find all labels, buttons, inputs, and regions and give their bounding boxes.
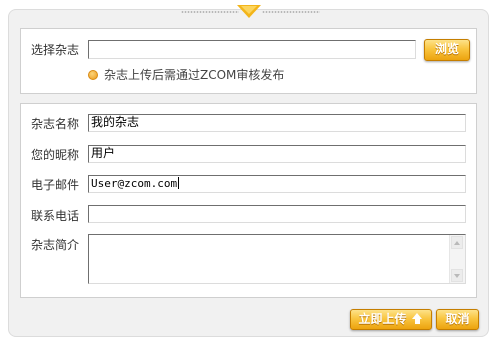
magazine-name-value: 我的杂志 bbox=[91, 115, 140, 129]
info-dot-icon bbox=[88, 70, 98, 80]
nickname-input[interactable]: 用户 bbox=[88, 145, 466, 163]
review-note: 杂志上传后需通过ZCOM审核发布 bbox=[104, 68, 285, 82]
nickname-label: 您的昵称 bbox=[31, 148, 80, 162]
intro-label: 杂志简介 bbox=[31, 238, 80, 252]
phone-input[interactable] bbox=[88, 205, 466, 223]
select-magazine-label: 选择杂志 bbox=[31, 43, 80, 57]
scroll-up-icon[interactable] bbox=[451, 236, 463, 249]
upload-now-label: 立即上传 bbox=[358, 312, 407, 326]
arrow-up-icon bbox=[411, 313, 424, 324]
upload-panel bbox=[20, 28, 477, 94]
scroll-down-icon[interactable] bbox=[451, 269, 463, 282]
intro-scrollbar[interactable] bbox=[449, 235, 465, 283]
file-path-input[interactable] bbox=[88, 40, 416, 59]
magazine-name-label: 杂志名称 bbox=[31, 117, 80, 131]
upload-now-button[interactable]: 立即上传 bbox=[350, 309, 432, 330]
header-dots-right bbox=[262, 11, 320, 13]
text-caret bbox=[178, 177, 180, 189]
email-value: User@zcom.com bbox=[91, 177, 178, 190]
email-label: 电子邮件 bbox=[31, 178, 80, 192]
triangle-down-icon bbox=[237, 5, 261, 18]
header-dots-left bbox=[181, 11, 239, 13]
magazine-name-input[interactable]: 我的杂志 bbox=[88, 114, 466, 132]
intro-textarea[interactable] bbox=[88, 234, 466, 284]
phone-label: 联系电话 bbox=[31, 209, 80, 223]
nickname-value: 用户 bbox=[91, 146, 116, 160]
browse-button[interactable]: 浏览 bbox=[424, 39, 470, 61]
cancel-button[interactable]: 取消 bbox=[436, 309, 479, 330]
email-input[interactable]: User@zcom.com bbox=[88, 175, 466, 193]
